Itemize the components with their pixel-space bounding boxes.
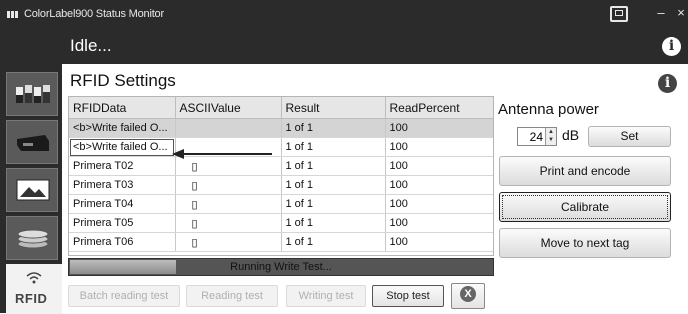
ascii-value-cell: ▯ <box>175 232 282 252</box>
close-window-button[interactable]: × <box>672 6 688 22</box>
stop-test-button[interactable]: Stop test <box>372 285 444 307</box>
ink-cartridges-icon <box>16 85 50 103</box>
result-cell: 1 of 1 <box>281 213 386 233</box>
coins-stack-icon <box>17 229 49 249</box>
sidebar-tab-rfid[interactable]: RFID <box>6 264 64 314</box>
spinner-arrows-icon[interactable]: ▲ ▼ <box>545 128 556 145</box>
sidebar: RFID <box>0 64 64 314</box>
table-row[interactable]: <b>Write failed O... 1 of 1 100 <box>69 118 493 138</box>
rfid-data-cell: Primera T02 <box>69 156 176 176</box>
window-title: ColorLabel900 Status Monitor <box>24 8 164 20</box>
writing-test-button[interactable]: Writing test <box>286 285 366 307</box>
ascii-value-cell: ▯ <box>175 175 282 195</box>
print-and-encode-button[interactable]: Print and encode <box>499 156 671 186</box>
result-cell: 1 of 1 <box>281 118 386 138</box>
page-title: RFID Settings <box>70 71 176 90</box>
table-row[interactable]: Primera T02 ▯ 1 of 1 100 <box>69 156 493 176</box>
progress-text: Running Write Test... <box>230 261 332 273</box>
read-percent-cell: 100 <box>385 118 493 138</box>
column-header[interactable]: ReadPercent <box>385 97 493 119</box>
status-header: Idle... i <box>0 28 688 64</box>
rfid-data-cell: Primera T04 <box>69 194 176 214</box>
rfid-data-cell: <b>Write failed O... <box>69 118 176 138</box>
result-cell: 1 of 1 <box>281 137 386 157</box>
rfid-data-cell: <b>Write failed O... <box>69 137 176 157</box>
printer-cartridge-icon <box>17 135 49 151</box>
read-percent-cell: 100 <box>385 156 493 176</box>
ascii-value-cell: ▯ <box>175 213 282 233</box>
write-test-progress-bar: Running Write Test... <box>68 258 494 276</box>
read-percent-cell: 100 <box>385 213 493 233</box>
restore-icon[interactable] <box>610 6 628 22</box>
table-row[interactable]: Primera T03 ▯ 1 of 1 100 <box>69 175 493 195</box>
rfid-tab-label: RFID <box>15 291 48 306</box>
read-percent-cell: 100 <box>385 175 493 195</box>
table-header-row: RFIDData ASCIIValue Result ReadPercent <box>69 97 493 119</box>
column-header[interactable]: Result <box>281 97 386 119</box>
table-row[interactable]: <b>Write failed O... 1 of 1 100 <box>69 137 493 157</box>
antenna-power-spinner[interactable]: 24 ▲ ▼ <box>517 127 557 146</box>
info-icon[interactable]: i <box>662 37 681 56</box>
sidebar-tab-maintenance[interactable] <box>6 216 58 260</box>
title-bar: ColorLabel900 Status Monitor – × <box>0 0 688 28</box>
image-icon <box>16 179 50 201</box>
table-row[interactable]: Primera T04 ▯ 1 of 1 100 <box>69 194 493 214</box>
ascii-value-cell: ▯ <box>175 194 282 214</box>
app-logo-icon <box>7 11 21 18</box>
move-to-next-tag-button[interactable]: Move to next tag <box>499 228 671 258</box>
close-test-button[interactable]: X <box>451 283 485 309</box>
rfid-data-cell: Primera T05 <box>69 213 176 233</box>
reading-test-button[interactable]: Reading test <box>186 285 278 307</box>
rfid-results-table[interactable]: RFIDData ASCIIValue Result ReadPercent <… <box>68 96 494 256</box>
table-row[interactable]: Primera T05 ▯ 1 of 1 100 <box>69 213 493 233</box>
sidebar-tab-printer[interactable] <box>6 120 58 164</box>
batch-reading-test-button[interactable]: Batch reading test <box>68 285 180 307</box>
rfid-info-icon[interactable]: i <box>658 74 677 93</box>
printer-status: Idle... <box>70 36 112 55</box>
antenna-power-label: Antenna power <box>498 101 599 118</box>
read-percent-cell: 100 <box>385 232 493 252</box>
minimize-button[interactable]: – <box>652 6 670 22</box>
callout-arrow-icon <box>172 149 272 159</box>
rfid-settings-panel: RFID Settings i RFIDData ASCIIValue Resu… <box>62 64 688 313</box>
set-antenna-power-button[interactable]: Set <box>588 126 671 147</box>
antenna-power-value: 24 <box>529 130 543 144</box>
result-cell: 1 of 1 <box>281 232 386 252</box>
antenna-power-unit: dB <box>562 127 580 143</box>
column-header[interactable]: RFIDData <box>69 97 176 119</box>
read-percent-cell: 100 <box>385 194 493 214</box>
column-header[interactable]: ASCIIValue <box>175 97 282 119</box>
sidebar-tab-ink-levels[interactable] <box>6 72 58 116</box>
result-cell: 1 of 1 <box>281 156 386 176</box>
table-row[interactable]: Primera T06 ▯ 1 of 1 100 <box>69 232 493 252</box>
rfid-data-cell: Primera T06 <box>69 232 176 252</box>
ascii-value-cell: ▯ <box>175 156 282 176</box>
ascii-value-cell <box>175 118 282 138</box>
calibrate-button[interactable]: Calibrate <box>499 192 671 222</box>
rfid-wave-icon <box>26 272 42 284</box>
rfid-data-cell: Primera T03 <box>69 175 176 195</box>
close-circle-icon: X <box>460 286 476 302</box>
read-percent-cell: 100 <box>385 137 493 157</box>
sidebar-tab-media[interactable] <box>6 168 58 212</box>
result-cell: 1 of 1 <box>281 175 386 195</box>
status-monitor-window: ColorLabel900 Status Monitor – × Idle...… <box>0 0 688 314</box>
result-cell: 1 of 1 <box>281 194 386 214</box>
